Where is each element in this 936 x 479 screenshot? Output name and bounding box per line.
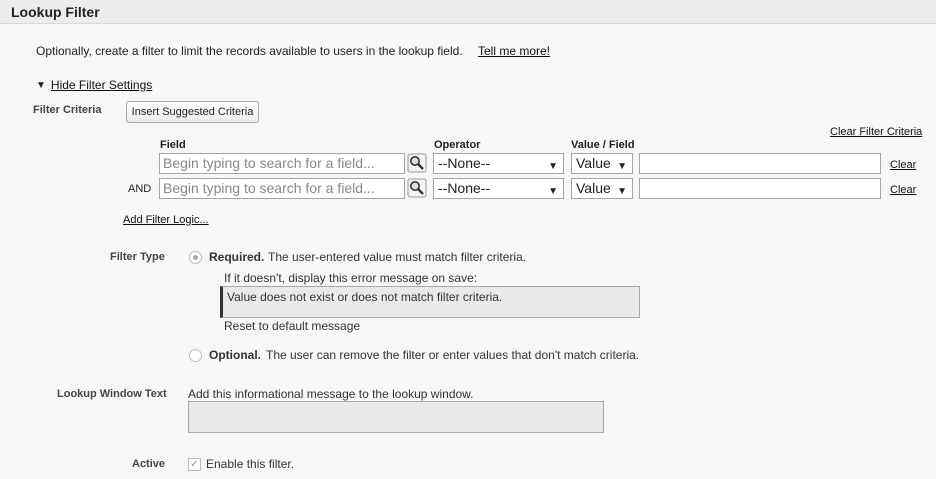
lookup-window-prompt: Add this informational message to the lo…	[188, 387, 474, 401]
operator-selected-value: --None--	[438, 155, 491, 171]
section-header: Lookup Filter	[0, 0, 936, 24]
field-search-input[interactable]: Begin typing to search for a field...	[159, 178, 405, 199]
value-type-selected-value: Value	[576, 155, 611, 171]
triangle-down-icon: ▼	[36, 79, 46, 91]
enable-filter-checkbox[interactable]: ✓	[188, 458, 201, 471]
clear-row-link[interactable]: Clear	[890, 184, 916, 196]
value-type-select[interactable]: Value ▼	[571, 153, 633, 174]
optional-radio[interactable]	[189, 349, 202, 362]
operator-select[interactable]: --None-- ▼	[433, 153, 564, 174]
checkmark-icon: ✓	[190, 459, 199, 470]
lookup-window-textarea[interactable]	[188, 401, 604, 433]
value-input[interactable]	[639, 153, 881, 174]
reset-default-message-link[interactable]: Reset to default message	[224, 319, 360, 333]
intro-text: Optionally, create a filter to limit the…	[36, 44, 463, 58]
optional-option-description: The user can remove the filter or enter …	[266, 348, 640, 362]
lookup-magnifier-icon[interactable]	[407, 178, 427, 198]
caret-down-icon: ▼	[548, 161, 558, 172]
lookup-magnifier-icon[interactable]	[407, 153, 427, 173]
required-option-description: The user-entered value must match filter…	[268, 250, 527, 264]
filter-type-label: Filter Type	[110, 251, 165, 263]
optional-option-title: Optional.	[209, 348, 261, 362]
value-type-select[interactable]: Value ▼	[571, 178, 633, 199]
error-message-prompt: If it doesn't, display this error messag…	[224, 271, 478, 285]
lookup-window-text-label: Lookup Window Text	[57, 388, 167, 400]
operator-select[interactable]: --None-- ▼	[433, 178, 564, 199]
required-option-title: Required.	[209, 250, 265, 264]
field-column-header: Field	[160, 139, 186, 151]
required-radio[interactable]	[189, 251, 202, 264]
value-input[interactable]	[639, 178, 881, 199]
clear-filter-criteria-link[interactable]: Clear Filter Criteria	[830, 126, 922, 138]
and-connector-label: AND	[128, 183, 152, 195]
section-title: Lookup Filter	[11, 4, 100, 20]
caret-down-icon: ▼	[548, 186, 558, 197]
active-label: Active	[132, 458, 166, 470]
hide-filter-settings-link[interactable]: Hide Filter Settings	[51, 78, 152, 92]
filter-criteria-label: Filter Criteria	[33, 104, 102, 116]
field-search-input[interactable]: Begin typing to search for a field...	[159, 153, 405, 174]
hide-filter-settings-toggle[interactable]: ▼ Hide Filter Settings	[36, 78, 152, 92]
caret-down-icon: ▼	[617, 186, 627, 197]
add-filter-logic-link[interactable]: Add Filter Logic...	[123, 214, 209, 226]
value-field-column-header: Value / Field	[571, 139, 635, 151]
operator-selected-value: --None--	[438, 180, 491, 196]
operator-column-header: Operator	[434, 139, 481, 151]
error-message-textarea[interactable]: Value does not exist or does not match f…	[220, 286, 640, 318]
insert-suggested-criteria-button[interactable]: Insert Suggested Criteria	[126, 101, 259, 123]
value-type-selected-value: Value	[576, 180, 611, 196]
clear-row-link[interactable]: Clear	[890, 159, 916, 171]
enable-filter-label: Enable this filter.	[206, 457, 295, 471]
tell-me-more-link[interactable]: Tell me more!	[478, 44, 550, 58]
caret-down-icon: ▼	[617, 161, 627, 172]
